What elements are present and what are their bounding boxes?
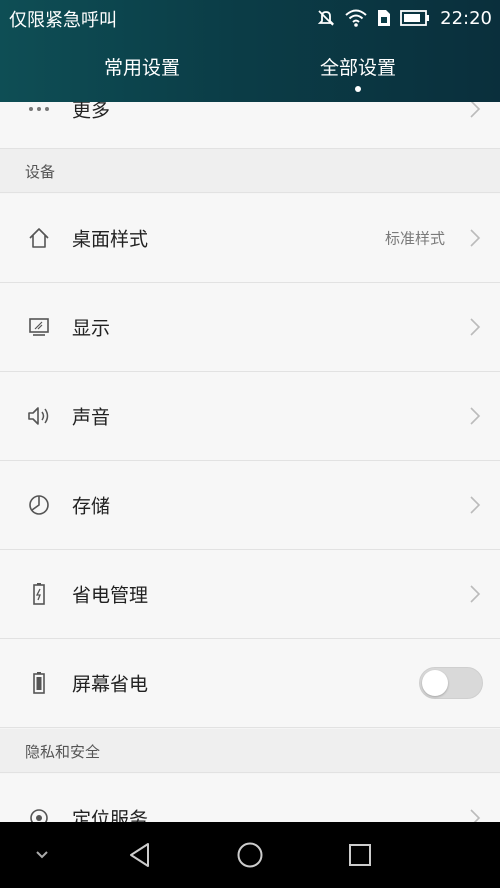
back-icon	[130, 843, 149, 867]
sim-icon	[378, 10, 391, 26]
section-title: 设备	[25, 163, 56, 181]
battery-power-icon	[26, 581, 52, 607]
system-navigation-bar	[0, 822, 500, 888]
settings-item-label: 屏幕省电	[72, 673, 149, 696]
chevron-right-icon	[470, 585, 481, 603]
settings-item-label: 显示	[72, 317, 111, 340]
settings-item-label: 省电管理	[72, 584, 149, 607]
screen-power-saving-toggle[interactable]	[419, 667, 483, 699]
active-tab-indicator	[355, 86, 361, 92]
chevron-right-icon	[470, 318, 481, 336]
settings-item-label: 桌面样式	[72, 228, 149, 251]
settings-item-label: 存储	[72, 495, 111, 518]
clock: 22:20	[440, 7, 492, 29]
battery-screen-icon	[26, 670, 52, 696]
settings-item-power-management[interactable]: 省电管理	[0, 550, 500, 639]
section-header-privacy: 隐私和安全	[0, 729, 500, 773]
more-dots-icon	[26, 102, 52, 122]
home-icon	[26, 225, 52, 251]
settings-item-display[interactable]: 显示	[0, 283, 500, 372]
chevron-right-icon	[470, 809, 481, 822]
tab-common-settings[interactable]: 常用设置	[17, 50, 267, 90]
back-button[interactable]	[118, 822, 162, 888]
app-header: 仅限紧急呼叫 22:20 常用设置 全部设置	[0, 0, 500, 102]
settings-item-value: 标准样式	[384, 229, 445, 248]
collapse-chevron-icon	[36, 851, 48, 859]
settings-item-desktop-style[interactable]: 桌面样式 标准样式	[0, 194, 500, 283]
carrier-text: 仅限紧急呼叫	[9, 10, 117, 31]
home-circle-icon	[237, 842, 263, 868]
battery-icon	[400, 10, 430, 26]
settings-item-sound[interactable]: 声音	[0, 372, 500, 461]
location-icon	[26, 805, 52, 822]
display-icon	[26, 314, 52, 340]
recent-apps-button[interactable]	[338, 822, 382, 888]
settings-item-location[interactable]: 定位服务	[0, 774, 500, 822]
chevron-right-icon	[470, 102, 481, 118]
collapse-button[interactable]	[22, 822, 62, 888]
chevron-right-icon	[470, 496, 481, 514]
settings-item-more[interactable]: 更多	[0, 102, 500, 149]
settings-item-storage[interactable]: 存储	[0, 461, 500, 550]
section-header-device: 设备	[0, 149, 500, 193]
wifi-icon	[345, 9, 367, 27]
settings-list[interactable]: 更多 设备 桌面样式 标准样式 显示 声音 存储 省电管理 屏幕省电 隐私和安全…	[0, 102, 500, 822]
toggle-knob	[422, 670, 448, 696]
speaker-icon	[26, 403, 52, 429]
settings-item-label: 定位服务	[72, 808, 149, 823]
tab-all-settings[interactable]: 全部设置	[233, 50, 483, 90]
chevron-right-icon	[470, 407, 481, 425]
settings-item-label: 更多	[72, 102, 111, 122]
recent-apps-icon	[349, 844, 371, 866]
settings-item-label: 声音	[72, 406, 111, 429]
section-title: 隐私和安全	[25, 743, 101, 761]
status-bar: 仅限紧急呼叫 22:20	[0, 0, 500, 36]
tab-bar: 常用设置 全部设置	[0, 50, 500, 90]
mute-icon	[317, 10, 335, 26]
storage-pie-icon	[26, 492, 52, 518]
settings-item-screen-power-saving: 屏幕省电	[0, 639, 500, 728]
home-button[interactable]	[228, 822, 272, 888]
status-icons: 22:20	[316, 5, 492, 31]
chevron-right-icon	[470, 229, 481, 247]
